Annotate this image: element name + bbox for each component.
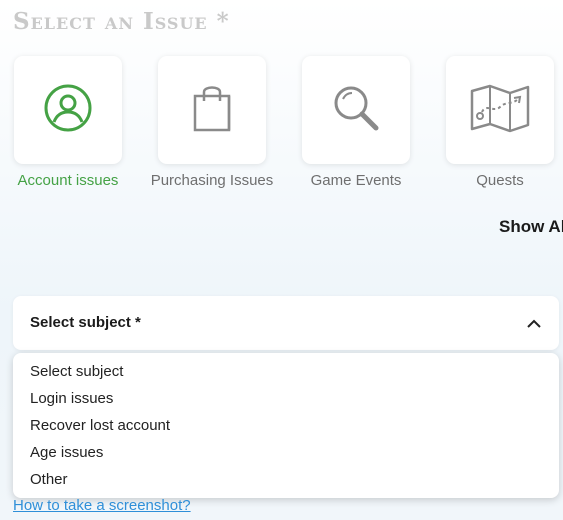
category-purchasing-issues[interactable]: Purchasing Issues (140, 56, 284, 196)
show-all-button[interactable]: Show Al (499, 217, 563, 237)
category-label: Account issues (17, 172, 119, 189)
chevron-up-icon (527, 316, 541, 334)
category-game-events[interactable]: Game Events (284, 56, 428, 196)
tile-card[interactable] (14, 56, 122, 164)
subject-dropdown: Select subject Login issues Recover lost… (13, 353, 559, 498)
subject-option[interactable]: Select subject (13, 358, 559, 385)
tile-card[interactable] (302, 56, 410, 164)
subject-option[interactable]: Age issues (13, 439, 559, 466)
subject-option[interactable]: Login issues (13, 385, 559, 412)
subject-option[interactable]: Recover lost account (13, 412, 559, 439)
magnifier-icon (330, 82, 382, 139)
section-title: Select an Issue * (13, 8, 230, 35)
category-account-issues[interactable]: Account issues (0, 56, 140, 196)
shopping-bag-icon (187, 82, 237, 139)
user-circle-icon (43, 83, 93, 138)
subject-option[interactable]: Other (13, 466, 559, 493)
tile-card[interactable] (158, 56, 266, 164)
category-label: Quests (476, 172, 524, 189)
map-icon (470, 83, 530, 138)
subject-select[interactable]: Select subject * (13, 296, 559, 350)
tile-card[interactable] (446, 56, 554, 164)
screenshot-help-link[interactable]: How to take a screenshot? (13, 497, 191, 514)
category-label: Game Events (310, 172, 402, 189)
category-label: Purchasing Issues (150, 172, 274, 189)
category-quests[interactable]: Quests (428, 56, 563, 196)
subject-select-label: Select subject * (30, 314, 141, 331)
